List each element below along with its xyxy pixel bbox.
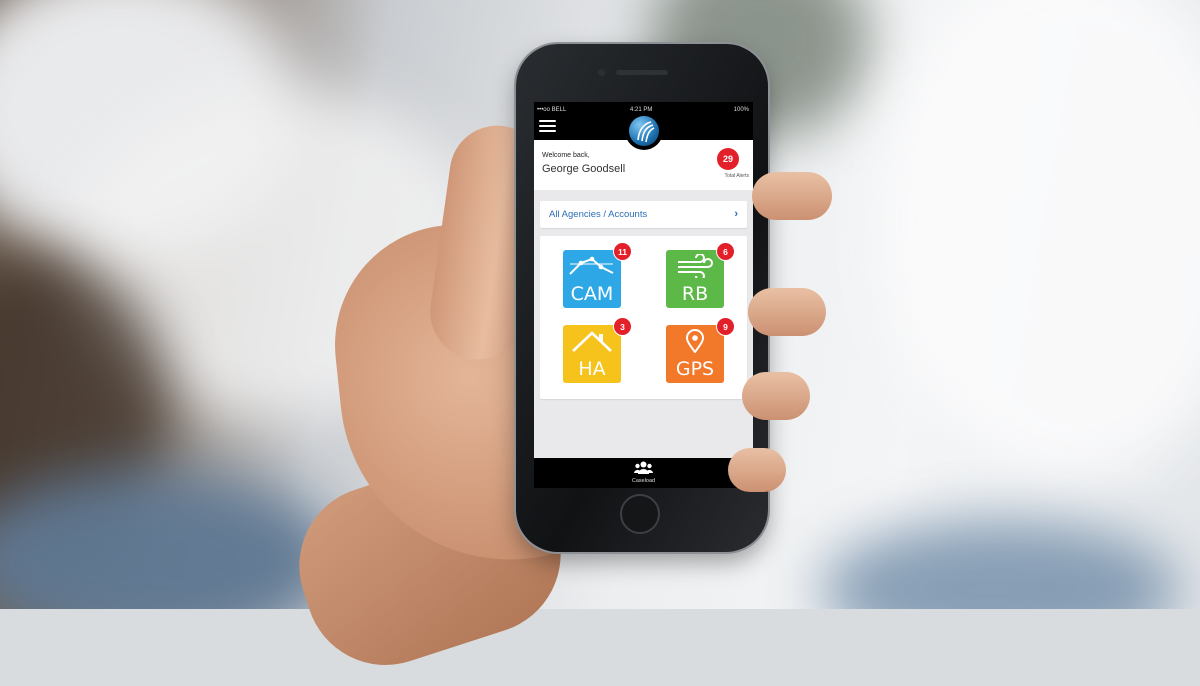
carrier-signal: •••oo BELL [537, 107, 567, 113]
hamburger-menu-icon[interactable] [539, 120, 556, 134]
finger [748, 288, 826, 336]
front-camera [598, 69, 605, 76]
module-tiles-panel: CAM 11 RB 6 HA 3 GPS 9 [540, 236, 747, 399]
tile-label: HA [578, 358, 606, 380]
tab-caseload-label: Caseload [631, 478, 656, 484]
welcome-greeting: Welcome back, [542, 152, 590, 159]
wind-icon [678, 254, 713, 278]
people-group-icon [634, 461, 653, 474]
camera-network-icon [569, 256, 614, 275]
total-alerts-badge[interactable]: 29 [717, 148, 739, 170]
battery-level: 100% [733, 107, 749, 113]
tile-cam[interactable]: CAM 11 [563, 242, 632, 308]
company-logo [625, 112, 663, 150]
phone-screen: •••oo BELL 4:21 PM 100% Welcome back, Ge… [534, 102, 753, 488]
finger [742, 372, 810, 420]
tile-gps[interactable]: GPS 9 [666, 317, 735, 383]
tile-label: GPS [675, 358, 715, 380]
finger [728, 448, 786, 492]
tile-rb[interactable]: RB 6 [666, 242, 735, 308]
map-pin-icon [685, 329, 705, 353]
tile-label: RB [681, 283, 709, 305]
chevron-right-icon: › [734, 208, 738, 220]
user-name: George Goodsell [542, 163, 626, 175]
finger [752, 172, 832, 220]
alert-count-badge: 6 [716, 242, 735, 261]
all-agencies-accounts-button[interactable]: All Agencies / Accounts › [540, 201, 747, 228]
home-icon [572, 331, 612, 352]
home-button[interactable] [620, 494, 660, 534]
total-alerts-label: Total Alerts [724, 173, 749, 179]
bottom-tab-bar: Caseload [534, 458, 753, 488]
agencies-label: All Agencies / Accounts [549, 209, 648, 220]
alert-count-badge: 11 [613, 242, 632, 261]
earpiece-speaker [616, 70, 668, 75]
alert-count-badge: 9 [716, 317, 735, 336]
tile-ha[interactable]: HA 3 [563, 317, 632, 383]
tile-label: CAM [570, 283, 614, 305]
alert-count-badge: 3 [613, 317, 632, 336]
